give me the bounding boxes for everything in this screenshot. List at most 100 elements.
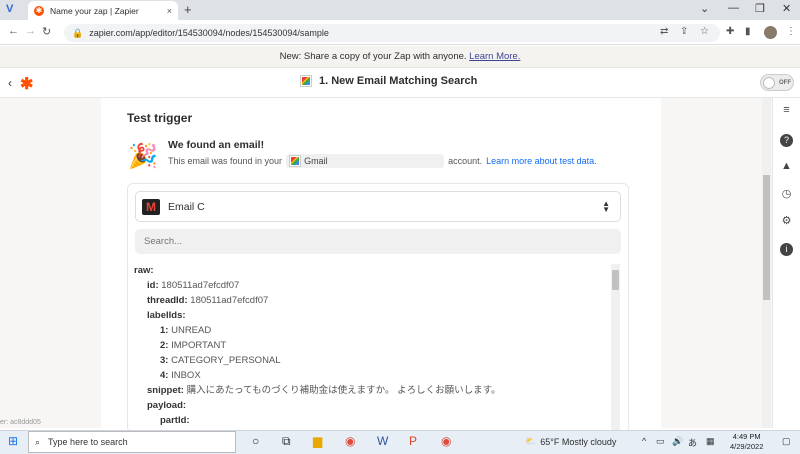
tree-row[interactable]: labelIds: [134,308,604,323]
zapier-logo-icon[interactable]: ✱ [20,74,33,94]
tree-key: 3: [160,355,169,366]
forward-arrow-icon[interactable]: → [25,25,36,37]
gmail-app-icon [300,75,312,87]
tree-value: INBOX [171,370,201,381]
share-icon[interactable]: ⇪ [680,26,688,37]
party-popper-icon: 🎉 [128,143,158,170]
banner-text: New: Share a copy of your Zap with anyon… [279,51,467,62]
weather-icon: ⛅ [525,436,537,446]
taskbar-search-placeholder: Type here to search [48,437,128,447]
tree-key: payload: [147,400,187,411]
tab-title: Name your zap | Zapier [50,5,139,16]
taskbar-search-field[interactable]: ⌕ Type here to search [28,431,236,453]
profile-avatar[interactable] [764,26,777,39]
new-tab-button[interactable]: + [184,2,192,17]
tree-key: snippet: [147,385,184,396]
url-text: zapier.com/app/editor/154530094/nodes/15… [89,28,329,38]
info-icon[interactable]: i [780,243,793,256]
step-title: 1. New Email Matching Search [300,75,477,87]
more-menu-icon[interactable]: ⋮ [786,26,796,37]
found-prefix: This email was found in your [168,156,283,166]
weather-text: 65°F Mostly cloudy [540,436,617,447]
zap-on-off-toggle[interactable]: OFF [760,74,794,91]
file-explorer-icon[interactable]: ▆ [313,434,322,448]
url-field[interactable]: 🔒 zapier.com/app/editor/154530094/nodes/… [64,24,720,42]
tree-key: id: [147,280,159,291]
close-window-button[interactable]: ✕ [782,2,791,15]
bookmark-star-icon[interactable]: ☆ [700,26,709,37]
settings-gear-icon[interactable]: ⚙ [780,215,793,228]
clock-time: 4:49 PM [732,432,761,441]
tree-value: IMPORTANT [171,340,227,351]
extensions-icon[interactable]: ✚ [726,26,734,37]
history-clock-icon[interactable]: ◷ [780,188,793,201]
ime-mode-icon[interactable]: ▦ [706,436,715,447]
tree-value: 180511ad7efcdf07 [161,280,240,291]
sample-selector[interactable]: Email C ▲▼ [135,191,621,222]
chrome-profile-icon[interactable]: ◉ [441,434,451,448]
tree-scrollbar-thumb[interactable] [612,270,619,290]
sidebar-panel-icon[interactable]: ▮ [745,26,751,37]
translate-icon[interactable]: ⇄ [660,26,668,37]
tree-row[interactable]: 2: IMPORTANT [134,338,604,353]
tree-value: 購入にあたってものづくり補助金は使えますか。 よろしくお願いします。 [186,385,501,396]
tree-row[interactable]: threadId: 180511ad7efcdf07 [134,293,604,308]
reload-icon[interactable]: ↻ [42,25,51,38]
volume-icon[interactable]: 🔊 [672,436,683,447]
found-title: We found an email! [168,139,265,151]
browser-tab[interactable]: ✱ Name your zap | Zapier × [28,1,178,20]
taskbar-clock[interactable]: 4:49 PM 4/29/2022 [730,432,763,452]
tab-close-icon[interactable]: × [167,6,172,16]
ime-indicator[interactable]: あ [688,436,697,449]
back-arrow-icon[interactable]: ← [8,25,19,37]
tree-row[interactable]: id: 180511ad7efcdf07 [134,278,604,293]
tree-row[interactable]: raw: [134,263,604,278]
notification-icon[interactable]: ▢ [782,436,791,447]
page-scrollbar-thumb[interactable] [763,175,770,300]
gmail-icon [142,198,160,215]
browser-logo-icon[interactable]: V [6,3,20,17]
tree-row[interactable]: 1: UNREAD [134,323,604,338]
learn-test-data-link[interactable]: Learn more about test data. [486,156,597,166]
up-down-chevron-icon: ▲ ▼ [602,198,610,214]
tray-chevron-icon[interactable]: ^ [642,436,646,446]
cortana-icon[interactable]: ○ [252,434,259,448]
zapier-favicon-icon: ✱ [34,5,44,16]
banner-learn-more-link[interactable]: Learn More. [469,51,520,62]
tree-key: labelIds: [147,310,186,321]
tree-row[interactable]: snippet: 購入にあたってものづくり補助金は使えますか。 よろしくお願いし… [134,383,604,398]
tree-value: UNREAD [171,325,212,336]
gmail-small-icon [289,155,302,167]
chrome-icon[interactable]: ◉ [345,434,355,448]
minimize-button[interactable]: — [728,2,739,14]
windows-start-icon[interactable]: ⊞ [8,434,18,448]
back-chevron-icon[interactable]: ‹ [8,76,12,90]
tree-row[interactable]: partId: [134,413,604,428]
tree-row[interactable]: 4: INBOX [134,368,604,383]
account-chip: Gmail [286,154,445,168]
section-title: Test trigger [127,111,193,125]
word-icon[interactable]: W [377,434,388,448]
help-icon[interactable]: ? [780,134,793,147]
outline-icon[interactable]: ≡ [780,104,793,117]
powerpoint-icon[interactable]: P [409,434,417,448]
clock-date: 4/29/2022 [730,442,764,451]
tree-key: 4: [160,370,169,381]
warning-icon[interactable]: ▲ [780,160,793,173]
sample-search-input[interactable] [135,229,621,254]
tree-row[interactable]: 3: CATEGORY_PERSONAL [134,353,604,368]
tab-search-icon[interactable]: ⌄ [700,2,709,15]
task-view-icon[interactable]: ⧉ [282,434,291,449]
found-description: This email was found in your Gmail accou… [168,154,597,168]
right-sidebar [772,98,800,428]
sample-data-tree: raw: id: 180511ad7efcdf07 threadId: 18051… [134,263,604,428]
version-text: er: ac8ddd05 [0,419,41,426]
tree-key: threadId: [147,295,188,306]
tree-value: CATEGORY_PERSONAL [171,355,281,366]
tree-value: 180511ad7efcdf07 [190,295,269,306]
sample-selector-value: Email C [168,200,205,213]
weather-widget[interactable]: ⛅ 65°F Mostly cloudy [525,436,616,447]
network-icon[interactable]: ▭ [656,436,665,447]
tree-row[interactable]: payload: [134,398,604,413]
restore-button[interactable]: ❐ [755,2,765,15]
